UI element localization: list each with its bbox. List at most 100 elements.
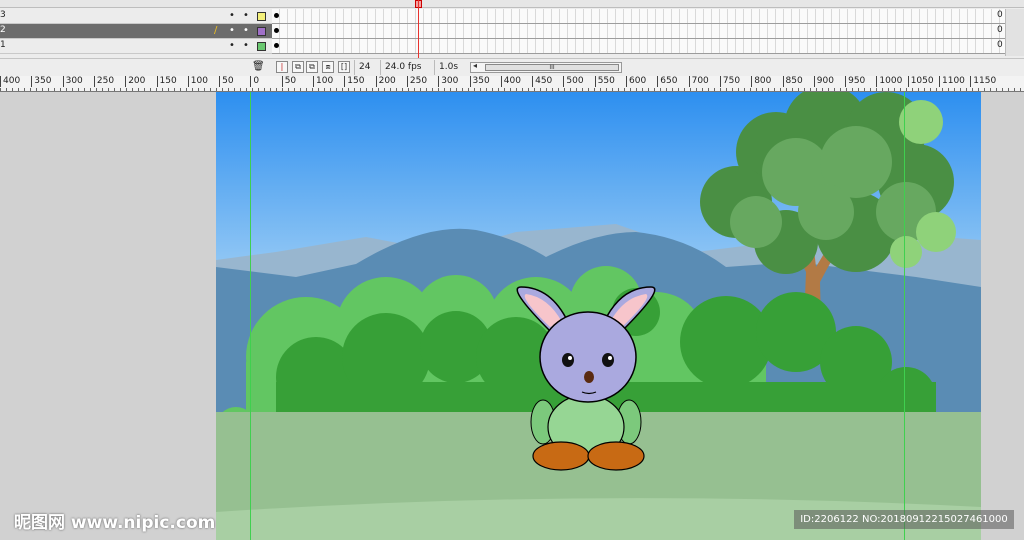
- lock-dot-icon[interactable]: •: [243, 9, 249, 23]
- guide-line-left[interactable]: [250, 92, 251, 540]
- ruler-minor-tick: [162, 88, 163, 91]
- layer-name: 1: [0, 40, 6, 50]
- layer-outline-swatch[interactable]: [257, 27, 266, 36]
- ruler-minor-tick: [204, 88, 205, 91]
- lock-dot-icon[interactable]: •: [243, 39, 249, 53]
- ruler-minor-tick: [522, 88, 523, 91]
- ruler-minor-tick: [516, 88, 517, 91]
- ruler-minor-tick: [774, 88, 775, 91]
- stage-canvas[interactable]: [216, 92, 981, 540]
- ruler-minor-tick: [30, 88, 31, 91]
- ruler-minor-tick: [354, 88, 355, 91]
- ruler-minor-tick: [144, 88, 145, 91]
- lock-dot-icon[interactable]: •: [243, 24, 249, 38]
- onion-skin-outline-icon[interactable]: ⧉: [306, 61, 318, 73]
- center-frame-icon[interactable]: |: [276, 61, 288, 73]
- ruler-minor-tick: [306, 88, 307, 91]
- ruler-minor-tick: [666, 88, 667, 91]
- layer-row-3[interactable]: 3 • •: [0, 9, 272, 24]
- ruler-minor-tick: [474, 88, 475, 91]
- trash-icon[interactable]: 🗑: [252, 61, 265, 72]
- ruler-minor-tick: [816, 88, 817, 91]
- onion-skin-icon[interactable]: ⧉: [292, 61, 304, 73]
- ruler-minor-tick: [414, 88, 415, 91]
- ruler-minor-tick: [450, 88, 451, 91]
- ruler-minor-tick: [24, 88, 25, 91]
- frame-row-layer-1[interactable]: 0: [272, 39, 1005, 54]
- ruler-minor-tick: [996, 88, 997, 91]
- ruler-minor-tick: [1020, 88, 1021, 91]
- ruler-label: 850: [782, 76, 803, 87]
- ruler-minor-tick: [228, 88, 229, 91]
- ruler-minor-tick: [174, 88, 175, 91]
- ruler-minor-tick: [684, 88, 685, 91]
- visibility-dot-icon[interactable]: •: [229, 24, 235, 38]
- ruler-minor-tick: [840, 88, 841, 91]
- ruler-label: 0: [250, 76, 259, 87]
- layer-outline-swatch[interactable]: [257, 42, 266, 51]
- frame-row-layer-2[interactable]: 0: [272, 24, 1005, 39]
- ruler-minor-tick: [0, 88, 1, 91]
- visibility-dot-icon[interactable]: •: [229, 39, 235, 53]
- keyframe[interactable]: [274, 28, 279, 33]
- ruler-minor-tick: [486, 88, 487, 91]
- ruler-minor-tick: [858, 88, 859, 91]
- ruler-minor-tick: [876, 88, 877, 91]
- keyframe[interactable]: [274, 43, 279, 48]
- visibility-dot-icon[interactable]: •: [229, 9, 235, 23]
- ruler-minor-tick: [312, 88, 313, 91]
- ruler-label: 100: [187, 76, 208, 87]
- ruler-minor-tick: [834, 88, 835, 91]
- edit-multiple-frames-icon[interactable]: ⧈: [322, 61, 334, 73]
- keyframe[interactable]: [274, 13, 279, 18]
- ruler-minor-tick: [678, 88, 679, 91]
- ruler-minor-tick: [624, 88, 625, 91]
- ruler-label: 1150: [970, 76, 996, 87]
- ruler-label: 150: [344, 76, 364, 87]
- ruler-minor-tick: [732, 88, 733, 91]
- ruler-minor-tick: [564, 88, 565, 91]
- timeline-vertical-scrollbar[interactable]: [1005, 9, 1024, 56]
- layer-outline-swatch[interactable]: [257, 12, 266, 21]
- ruler-minor-tick: [792, 88, 793, 91]
- layer-row-1[interactable]: 1 • •: [0, 39, 272, 54]
- ruler-minor-tick: [366, 88, 367, 91]
- ruler-minor-tick: [462, 88, 463, 91]
- frame-end-label: 0: [997, 10, 1003, 20]
- left-foot: [532, 441, 590, 471]
- ruler-minor-tick: [948, 88, 949, 91]
- ruler-label: 800: [751, 76, 771, 87]
- ruler-minor-tick: [702, 88, 703, 91]
- ruler-minor-tick: [198, 88, 199, 91]
- ruler-minor-tick: [942, 88, 943, 91]
- ruler-minor-tick: [726, 88, 727, 91]
- ruler-minor-tick: [648, 88, 649, 91]
- ruler-minor-tick: [588, 88, 589, 91]
- ruler-minor-tick: [882, 88, 883, 91]
- ruler-minor-tick: [714, 88, 715, 91]
- guide-line-right[interactable]: [904, 92, 905, 540]
- ruler-label: 1000: [876, 76, 902, 87]
- ruler-minor-tick: [798, 88, 799, 91]
- ruler-minor-tick: [342, 88, 343, 91]
- fps-field[interactable]: 24.0 fps: [380, 60, 425, 75]
- ruler-minor-tick: [966, 88, 967, 91]
- frame-row-layer-3[interactable]: 0: [272, 9, 1005, 24]
- elapsed-time-field: 1.0s: [434, 60, 462, 75]
- timeline-horizontal-scrollbar[interactable]: ◂ III: [470, 61, 622, 73]
- ruler-minor-tick: [234, 88, 235, 91]
- pasteboard: [0, 92, 1024, 540]
- layer-row-2[interactable]: 2 / • •: [0, 24, 272, 39]
- ruler-minor-tick: [570, 88, 571, 91]
- ruler-minor-tick: [114, 88, 115, 91]
- watermark-id: ID:2206122 NO:20180912215027461000: [794, 510, 1014, 529]
- ruler-minor-tick: [240, 88, 241, 91]
- ruler-minor-tick: [18, 88, 19, 91]
- scroll-thumb[interactable]: III: [485, 64, 619, 71]
- scroll-left-icon[interactable]: ◂: [473, 61, 477, 70]
- ruler-minor-tick: [558, 88, 559, 91]
- modify-onion-markers-icon[interactable]: []: [338, 61, 350, 73]
- ruler-minor-tick: [480, 88, 481, 91]
- current-frame-field[interactable]: 24: [354, 60, 374, 75]
- right-eye: [602, 353, 614, 367]
